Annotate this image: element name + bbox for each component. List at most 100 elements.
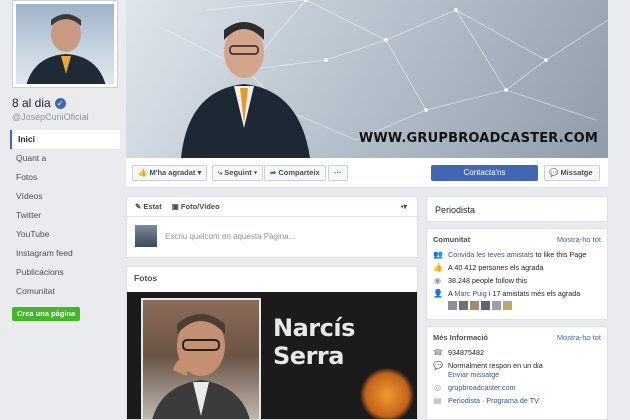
nav-item-inici[interactable]: Inici — [10, 130, 120, 149]
photo-thumbnail[interactable]: Narcís Serra — [127, 292, 417, 419]
community-title: Comunitat — [433, 235, 471, 244]
photos-card: Fotos Narcís Serra — [126, 266, 418, 420]
photos-title[interactable]: Fotos — [127, 267, 417, 289]
community-invite-row: 👥 Convida les teves amistats to like thi… — [427, 248, 607, 261]
friend-avatar[interactable] — [470, 301, 479, 310]
message-button[interactable]: 💬 Missatge — [544, 165, 600, 181]
nav-item-quant-a[interactable]: Quant a — [10, 149, 120, 168]
response-text: Normalment respon en un dia Enviar missat… — [448, 361, 543, 379]
friend-name-link[interactable]: Marc Puig — [454, 289, 486, 298]
contact-button[interactable]: Contacta'ns — [431, 165, 538, 181]
response-time: Normalment respon en un dia — [448, 361, 543, 370]
post-composer: ✎ Estat ▣ Foto/Vídeo ▪▾ Escriu quelcom e… — [126, 196, 418, 258]
chevron-down-icon: ▾ — [253, 168, 258, 177]
composer-avatar — [135, 225, 157, 247]
community-likes-row: 👍 A 40 412 persones els agrada — [427, 261, 607, 274]
thumbs-up-icon: 👍 — [433, 263, 443, 272]
page-handle: @JosepCuniOficial — [12, 112, 89, 122]
channel-logo — [359, 368, 415, 419]
follows-text: 38.248 people follow this — [448, 276, 528, 285]
like-button[interactable]: 👍 M'ha agradat ▾ — [132, 165, 208, 181]
nav-item-youtube[interactable]: YouTube — [10, 225, 120, 244]
friends-icon: 👥 — [433, 250, 443, 259]
friend-avatar[interactable] — [503, 301, 512, 310]
composer-input[interactable]: Escriu quelcom en aquesta Pàgina... — [165, 232, 295, 241]
info-see-all-link[interactable]: Mostra-ho tot — [557, 333, 601, 342]
page-category-card[interactable]: Periodista — [426, 196, 608, 222]
website-link[interactable]: grupbroadcaster.com — [448, 383, 516, 392]
community-card: Comunitat Mostra-ho tot 👥 Convida les te… — [426, 228, 608, 320]
messenger-icon: 💬 — [433, 361, 443, 370]
categories-row: ▤ Periodista · Programa de TV — [427, 394, 607, 407]
camera-icon: ▣ — [171, 202, 179, 211]
tab-status[interactable]: ✎ Estat — [135, 202, 162, 211]
more-options-button[interactable]: ··· — [328, 165, 348, 181]
phone-text[interactable]: 934875482 — [448, 348, 484, 357]
friend-avatar[interactable] — [448, 301, 457, 310]
verified-badge-icon: ✓ — [54, 97, 66, 109]
post-as-selector[interactable]: ▪▾ — [401, 202, 407, 211]
categories-text: Periodista · Programa de TV — [448, 396, 539, 405]
more-info-card: Més Informació Mostra-ho tot ☎ 934875482… — [426, 326, 608, 420]
pencil-icon: ✎ — [135, 202, 142, 211]
friend-avatar[interactable] — [459, 301, 468, 310]
likes-text: A 40 412 persones els agrada — [448, 263, 544, 272]
nav-item-fotos[interactable]: Fotos — [10, 168, 120, 187]
website-row: ◎ grupbroadcaster.com — [427, 381, 607, 394]
rss-icon: ◉ — [434, 276, 441, 285]
share-icon: ➦ — [270, 168, 277, 177]
like-icon: 👍 — [138, 168, 148, 177]
share-button[interactable]: ➦ Comparteix — [264, 165, 326, 181]
cover-website-text: WWW.GRUPBROADCASTER.COM — [358, 131, 598, 146]
person-icon — [152, 314, 250, 419]
community-see-all-link[interactable]: Mostra-ho tot — [557, 235, 601, 244]
nav-item-videos[interactable]: Vídeos — [10, 187, 120, 206]
community-friends-row: 👤 A Marc Puig i 17 amistats més els agra… — [427, 287, 607, 300]
response-row: 💬 Normalment respon en un dia Enviar miss… — [427, 359, 607, 381]
category-link[interactable]: Periodista — [448, 396, 480, 405]
profile-picture[interactable] — [12, 0, 118, 88]
page-name-text: 8 al dia — [12, 96, 51, 110]
nav-item-publicacions[interactable]: Publicacions — [10, 263, 120, 282]
share-label: Comparteix — [278, 168, 320, 177]
profile-photo — [16, 4, 114, 84]
friends-text: A Marc Puig i 17 amistats més els agrada — [448, 289, 580, 298]
cover-photo[interactable]: WWW.GRUPBROADCASTER.COM — [126, 0, 608, 158]
page-nav: Inici Quant a Fotos Vídeos Twitter YouTu… — [10, 130, 120, 301]
invite-suffix: to like this Page — [533, 250, 587, 259]
tab-photo-video[interactable]: ▣ Foto/Vídeo — [172, 202, 220, 211]
follow-icon: ⤷ — [218, 168, 223, 177]
like-label: M'ha agradat — [149, 168, 196, 177]
tag-icon: ▤ — [433, 396, 442, 405]
person-silhouette-icon — [26, 14, 106, 84]
message-label: Missatge — [560, 168, 593, 177]
community-follows-row: ◉ 38.248 people follow this — [427, 274, 607, 287]
friends-suffix: i 17 amistats més els agrada — [486, 289, 581, 298]
friend-icon: 👤 — [433, 289, 443, 298]
info-title: Més Informació — [433, 333, 489, 342]
category-link[interactable]: Programa de TV — [486, 396, 539, 405]
chevron-down-icon: ▾ — [197, 168, 202, 177]
messenger-icon: 💬 — [549, 168, 559, 177]
photo-caption: Narcís Serra — [273, 314, 355, 370]
phone-icon: ☎ — [433, 348, 443, 357]
create-page-button[interactable]: Crea una pàgina — [12, 307, 80, 321]
friend-avatar[interactable] — [481, 301, 490, 310]
nav-item-twitter[interactable]: Twitter — [10, 206, 120, 225]
follow-button[interactable]: ⤷ Seguint ▾ — [212, 165, 264, 181]
tab-status-label: Estat — [143, 202, 162, 211]
invite-link[interactable]: Convida les teves amistats — [448, 250, 534, 259]
globe-icon: ◎ — [434, 383, 441, 392]
send-message-link[interactable]: Enviar missatge — [448, 370, 499, 379]
phone-row: ☎ 934875482 — [427, 346, 607, 359]
friends-avatars — [427, 301, 607, 310]
friend-avatar[interactable] — [492, 301, 501, 310]
composer-tabs: ✎ Estat ▣ Foto/Vídeo ▪▾ — [127, 197, 417, 217]
photo-person-image — [141, 298, 261, 419]
nav-item-comunitat[interactable]: Comunitat — [10, 282, 120, 301]
nav-item-instagram[interactable]: Instagram feed — [10, 244, 120, 263]
page-action-bar: 👍 M'ha agradat ▾ ⤷ Seguint ▾ ➦ Compartei… — [126, 158, 608, 188]
invite-text: Convida les teves amistats to like this … — [448, 250, 586, 259]
cover-person — [181, 22, 310, 158]
page-name: 8 al dia ✓ — [12, 96, 66, 110]
